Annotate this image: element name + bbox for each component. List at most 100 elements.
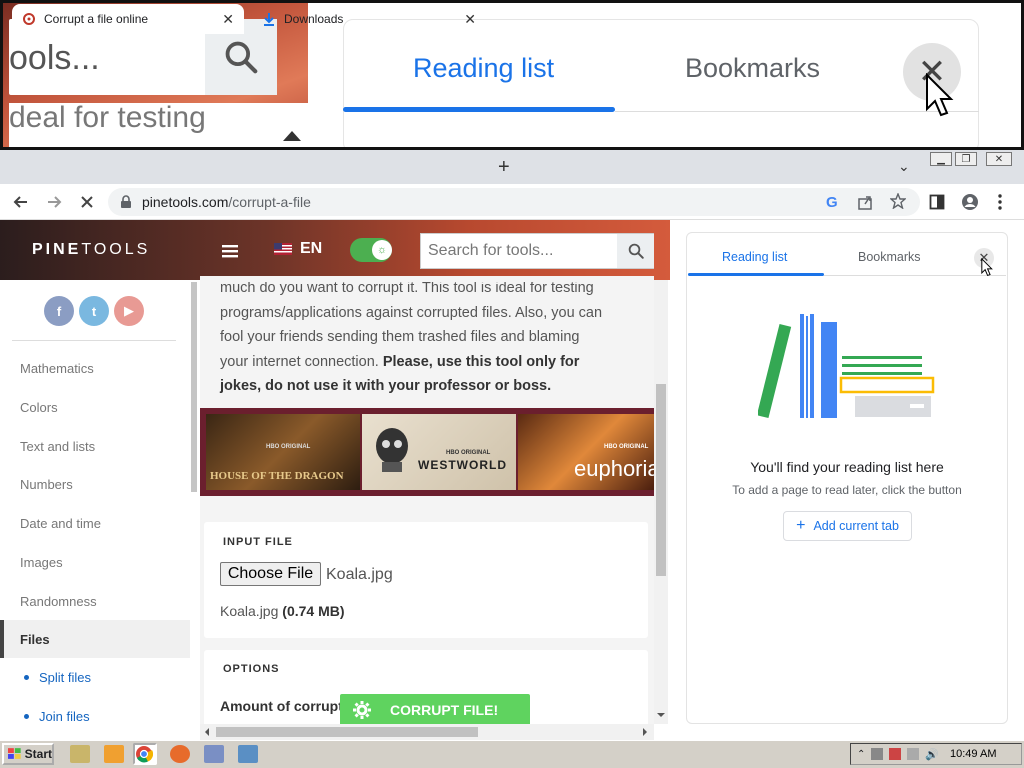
tray-security-icon[interactable] [907, 748, 920, 760]
ad-euphoria[interactable]: HBO ORIGINAL euphoria [518, 414, 660, 490]
ad-hbo-label: HBO ORIGINAL [266, 444, 311, 450]
gear-icon [353, 701, 371, 719]
nav-randomness[interactable]: Randomness [0, 582, 190, 620]
magnified-search-text: ools... [9, 39, 100, 77]
ad-show-title: WESTWORLD [418, 458, 507, 472]
magnified-content-text: deal for testing [9, 101, 206, 134]
url-text[interactable]: pinetools.com/corrupt-a-file [142, 194, 311, 210]
reading-list-empty-subtitle: To add a page to read later, click the b… [732, 483, 962, 497]
choose-file-button[interactable]: Choose File [220, 562, 321, 586]
side-panel-icon[interactable] [929, 194, 945, 210]
file-info-name: Koala.jpg [220, 603, 279, 619]
tab-title: Corrupt a file online [44, 12, 149, 26]
explorer-icon[interactable] [70, 745, 90, 763]
ad-show-title: euphoria [574, 456, 660, 481]
url-host: pinetools.com [142, 194, 229, 210]
corrupt-file-button[interactable]: CORRUPT FILE! [340, 694, 530, 726]
hamburger-menu-icon[interactable] [222, 244, 238, 258]
magnified-cursor-icon [926, 73, 954, 117]
tray-volume-icon[interactable]: 🔊 [925, 748, 939, 761]
language-selector[interactable]: EN [274, 240, 322, 258]
scroll-down-arrow-icon[interactable] [655, 711, 667, 719]
taskbar-clock[interactable]: 10:49 AM [950, 748, 996, 760]
nav-files[interactable]: Files [0, 620, 190, 658]
tab-bookmarks[interactable]: Bookmarks [858, 250, 921, 264]
lock-icon[interactable] [120, 195, 132, 209]
horizontal-scroll-thumb[interactable] [216, 727, 478, 737]
network-icon[interactable] [204, 745, 224, 763]
scroll-left-arrow-icon[interactable] [203, 727, 211, 737]
intro-line: fool your friends sending them trashed f… [220, 329, 580, 345]
sidebar-divider [12, 340, 176, 341]
tab-close-icon[interactable]: ✕ [464, 11, 476, 28]
minimize-button[interactable]: ▁ [930, 152, 952, 166]
new-tab-button[interactable]: + [498, 156, 510, 179]
facebook-icon[interactable]: f [44, 296, 74, 326]
logo-bold: PINE [32, 241, 82, 258]
nav-colors[interactable]: Colors [0, 388, 190, 426]
ad-westworld[interactable]: HBO ORIGINAL WESTWORLD [362, 414, 516, 490]
input-file-heading: INPUT FILE [223, 536, 293, 548]
twitter-icon[interactable]: t [79, 296, 109, 326]
pinetools-favicon-icon [23, 13, 35, 25]
search-icon[interactable] [617, 234, 654, 268]
chosen-file-name: Koala.jpg [326, 566, 393, 583]
restore-button[interactable]: ❐ [955, 152, 977, 166]
tab-reading-list[interactable]: Reading list [722, 250, 787, 264]
media-player-icon[interactable] [104, 745, 124, 763]
subnav-join-files[interactable]: Join files [24, 709, 90, 724]
content-scroll-thumb[interactable] [656, 384, 666, 576]
magnified-tab-underline [343, 107, 615, 112]
forward-arrow-icon[interactable] [45, 193, 63, 211]
tab-close-icon[interactable]: ✕ [222, 11, 234, 28]
site-logo[interactable]: PINETOOLS [32, 241, 150, 259]
close-window-button[interactable]: ✕ [986, 152, 1012, 166]
ad-hbo-label: HBO ORIGINAL [604, 444, 649, 450]
nav-text-and-lists[interactable]: Text and lists [0, 427, 190, 465]
remote-desktop-icon[interactable] [238, 745, 258, 763]
back-arrow-icon[interactable] [12, 193, 30, 211]
tray-expand-icon[interactable]: ⌃ [857, 749, 865, 760]
nav-date-and-time[interactable]: Date and time [0, 504, 190, 542]
tab-downloads[interactable]: Downloads ✕ [252, 4, 486, 34]
nav-numbers[interactable]: Numbers [0, 465, 190, 503]
tab-strip [0, 150, 1024, 184]
magnified-scroll-caret-icon [283, 131, 301, 141]
active-tab-indicator [688, 273, 824, 276]
ad-house-of-the-dragon[interactable]: HBO ORIGINAL HOUSE OF THE DRAGON [206, 414, 360, 490]
youtube-icon[interactable]: ▶ [114, 296, 144, 326]
add-current-tab-button[interactable]: + Add current tab [783, 511, 912, 541]
tray-alert-icon[interactable] [889, 748, 902, 760]
tab-title: Downloads [284, 12, 344, 26]
scroll-right-arrow-icon[interactable] [641, 727, 649, 737]
tab-corrupt-file[interactable]: Corrupt a file online ✕ [12, 4, 244, 34]
plus-icon: + [796, 517, 806, 534]
content-top-mask [200, 276, 654, 282]
skull-icon [376, 428, 408, 472]
add-current-tab-label: Add current tab [813, 519, 899, 533]
amount-of-corruption-label: Amount of corrupt [220, 698, 343, 714]
bullet-icon [24, 714, 29, 719]
logo-thin: TOOLS [81, 241, 151, 258]
tray-network-icon[interactable] [871, 748, 884, 760]
tab-search-chevron-icon[interactable]: ⌄ [898, 158, 910, 175]
start-button[interactable]: Start [2, 743, 54, 765]
share-icon[interactable] [857, 194, 873, 210]
google-translate-icon[interactable]: G [826, 194, 838, 211]
ad-hbo-label: HBO ORIGINAL [446, 450, 491, 456]
bookmark-star-icon[interactable] [890, 193, 906, 209]
menu-dots-icon[interactable] [996, 193, 1004, 211]
bullet-icon [24, 675, 29, 680]
stop-loading-icon[interactable] [78, 193, 96, 211]
firefox-icon[interactable] [170, 745, 190, 763]
toggle-sun-icon[interactable]: ☼ [372, 240, 392, 260]
profile-avatar-icon[interactable] [961, 193, 979, 211]
intro-bold: Please, use this tool only for [382, 353, 580, 370]
nav-images[interactable]: Images [0, 543, 190, 581]
tools-search-placeholder[interactable]: Search for tools... [428, 242, 553, 260]
nav-mathematics[interactable]: Mathematics [0, 349, 190, 387]
reading-list-illustration-icon [758, 314, 935, 419]
chrome-taskbar-icon[interactable] [133, 743, 157, 765]
subnav-split-files[interactable]: Split files [24, 670, 91, 685]
sidebar-scrollbar[interactable] [191, 282, 197, 492]
